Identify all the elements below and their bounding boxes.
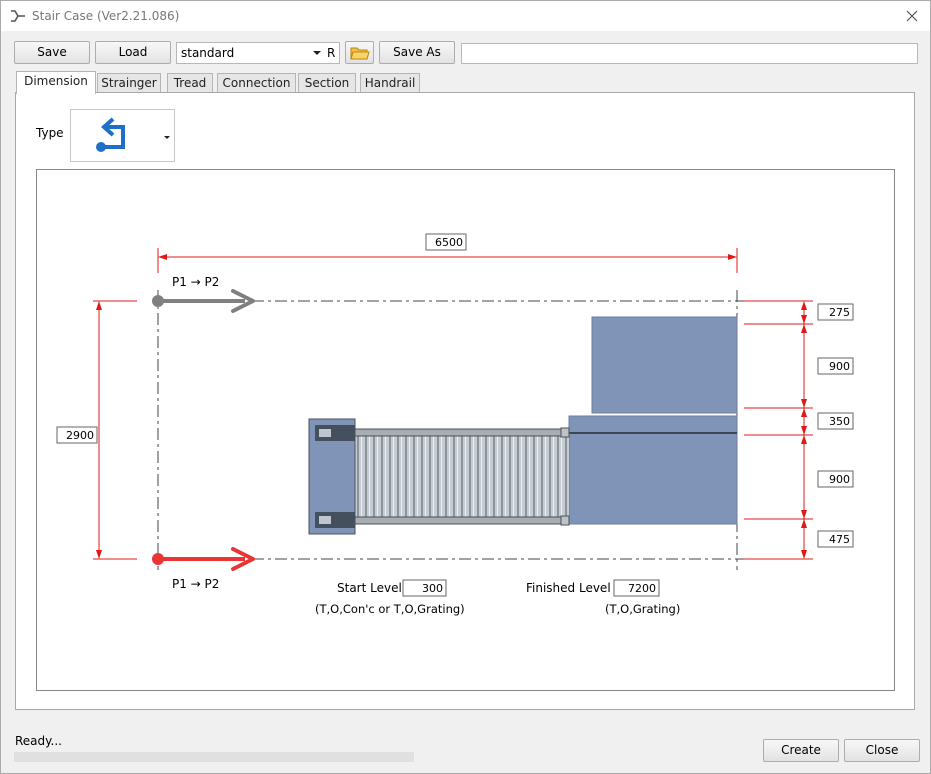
segment-value[interactable]: 475	[829, 533, 850, 546]
title-bar: Stair Case (Ver2.21.086)	[1, 1, 930, 31]
finished-level-note: (T,O,Grating)	[605, 602, 680, 616]
start-level-input[interactable]: 300	[422, 582, 443, 595]
progress-bar	[14, 752, 414, 762]
stair-drawing-canvas: 6500 2900 275 900 350 900 475 P1 → P2 P1…	[36, 169, 895, 691]
tab-strainger[interactable]: Strainger	[97, 73, 161, 93]
tab-section[interactable]: Section	[298, 73, 356, 93]
tab-connection[interactable]: Connection	[217, 73, 296, 93]
chevron-down-icon	[164, 136, 170, 139]
height-value[interactable]: 2900	[66, 429, 94, 442]
p-bottom-label: P1 → P2	[172, 577, 219, 591]
status-text: Ready...	[15, 734, 62, 748]
type-select[interactable]	[70, 109, 175, 162]
arrow-red-icon[interactable]	[152, 547, 255, 571]
save-button[interactable]: Save	[14, 41, 90, 64]
start-level-note: (T,O,Con'c or T,O,Grating)	[315, 602, 465, 616]
arrow-gray-icon[interactable]	[152, 289, 255, 313]
file-path-field[interactable]	[461, 43, 918, 64]
type-label: Type	[36, 126, 64, 140]
start-level-label: Start Level	[337, 581, 402, 595]
open-folder-button[interactable]	[345, 41, 374, 64]
stair-plan	[308, 316, 738, 535]
segment-value[interactable]: 350	[829, 415, 850, 428]
save-as-button[interactable]: Save As	[379, 41, 455, 64]
r-label: R	[327, 46, 336, 60]
chevron-down-icon	[313, 51, 321, 55]
finished-level-input[interactable]: 7200	[628, 582, 656, 595]
upper-platform	[591, 316, 738, 414]
stair-flight	[353, 435, 569, 519]
segment-value[interactable]: 900	[829, 360, 850, 373]
tab-handrail[interactable]: Handrail	[360, 73, 420, 93]
width-value[interactable]: 6500	[435, 236, 463, 249]
tab-tread[interactable]: Tread	[167, 73, 213, 93]
dimension-panel: Type 6500 2900 275 900 350 900 475 P1 → …	[15, 92, 915, 710]
stringer-top	[334, 428, 566, 437]
load-button[interactable]: Load	[95, 41, 171, 64]
stair-turn-icon	[96, 117, 125, 152]
segment-value[interactable]: 275	[829, 306, 850, 319]
preset-value: standard	[181, 46, 235, 60]
segment-dimensions	[744, 300, 813, 560]
close-icon[interactable]	[902, 6, 922, 26]
p-top-label: P1 → P2	[172, 275, 219, 289]
width-dimension	[157, 248, 738, 273]
folder-icon	[349, 47, 370, 60]
create-button[interactable]: Create	[763, 739, 839, 762]
tab-dimension[interactable]: Dimension	[16, 71, 96, 94]
window-title: Stair Case (Ver2.21.086)	[32, 9, 180, 23]
height-dimension	[93, 300, 137, 560]
preset-select[interactable]: standard R	[176, 42, 340, 64]
stair-case-window: Stair Case (Ver2.21.086) Save Load stand…	[0, 0, 931, 774]
segment-value[interactable]: 900	[829, 473, 850, 486]
close-button[interactable]: Close	[844, 739, 920, 762]
app-icon	[11, 10, 25, 22]
finished-level-label: Finished Level	[526, 581, 611, 595]
stringer-bottom	[334, 516, 566, 525]
